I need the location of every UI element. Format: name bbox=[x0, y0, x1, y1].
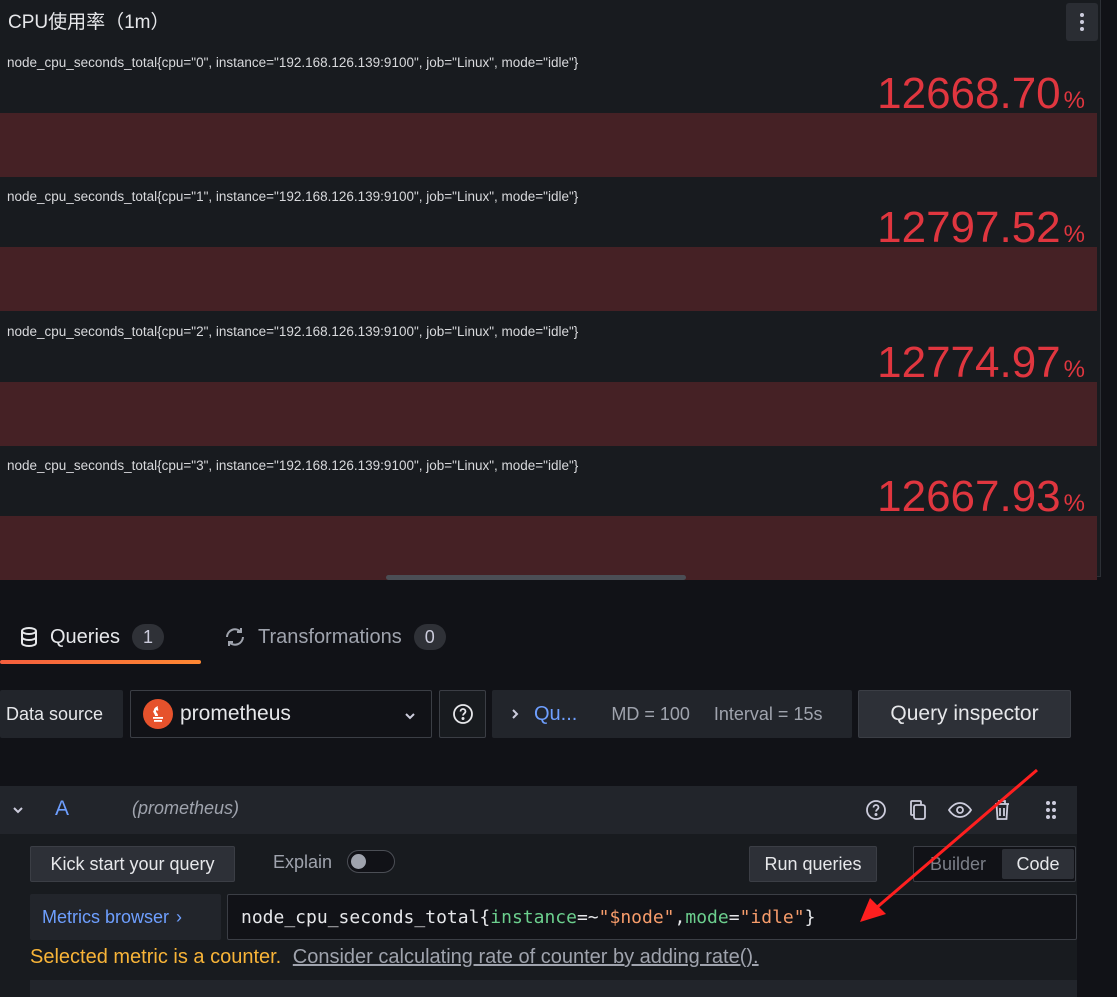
toggle-knob bbox=[351, 854, 366, 869]
help-icon bbox=[452, 704, 473, 724]
series-bar bbox=[0, 247, 1097, 311]
series-label: node_cpu_seconds_total{cpu="2", instance… bbox=[7, 324, 579, 339]
expr-value-idle: "idle" bbox=[739, 906, 805, 928]
series-unit: % bbox=[1063, 221, 1085, 248]
series-value: 12667.93% bbox=[877, 472, 1085, 521]
drag-handle-icon[interactable] bbox=[1039, 798, 1063, 822]
query-footer-options[interactable] bbox=[30, 980, 1077, 997]
chevron-down-icon bbox=[403, 705, 417, 729]
tab-label: Transformations bbox=[258, 625, 402, 648]
series-label: node_cpu_seconds_total{cpu="3", instance… bbox=[7, 458, 579, 473]
expr-brace-close: } bbox=[804, 906, 816, 928]
query-options-toggle[interactable]: Qu... MD = 100 Interval = 15s bbox=[492, 690, 852, 738]
add-rate-link[interactable]: Consider calculating rate of counter by … bbox=[293, 946, 759, 968]
query-ref-id[interactable]: A bbox=[55, 797, 69, 821]
query-row-header: A (prometheus) bbox=[0, 786, 1077, 834]
eye-icon[interactable] bbox=[948, 798, 972, 822]
panel-title: CPU使用率（1m） bbox=[8, 12, 170, 33]
promql-editor[interactable]: node_cpu_seconds_total{instance =~ "$node"… bbox=[227, 894, 1077, 940]
expr-metric: node_cpu_seconds_total bbox=[241, 906, 480, 928]
series-value: 12797.52% bbox=[877, 203, 1085, 252]
expr-operator: = bbox=[728, 906, 740, 928]
tab-transformations[interactable]: Transformations 0 bbox=[224, 612, 446, 662]
tab-count-badge: 1 bbox=[132, 624, 165, 650]
tab-queries[interactable]: Queries 1 bbox=[0, 612, 201, 664]
counter-hint: Selected metric is a counter. Consider c… bbox=[30, 946, 759, 969]
chevron-right-icon bbox=[510, 707, 520, 721]
collapse-chevron-icon[interactable] bbox=[10, 802, 26, 823]
series-bar bbox=[0, 382, 1097, 446]
stat-series: node_cpu_seconds_total{cpu="0", instance… bbox=[0, 49, 1097, 183]
expr-operator: =~ bbox=[576, 906, 599, 928]
max-data-points: MD = 100 bbox=[611, 703, 690, 724]
expr-label-mode: mode bbox=[685, 906, 729, 928]
explain-toggle[interactable] bbox=[347, 850, 395, 873]
expr-label-instance: instance bbox=[490, 906, 577, 928]
series-value: 12774.97% bbox=[877, 338, 1085, 387]
kick-start-query-button[interactable]: Kick start your query bbox=[30, 846, 235, 882]
panel-resize-handle[interactable] bbox=[386, 575, 686, 580]
expr-brace-open: { bbox=[479, 906, 491, 928]
stat-series: node_cpu_seconds_total{cpu="3", instance… bbox=[0, 452, 1097, 586]
duplicate-query-icon[interactable] bbox=[906, 798, 930, 822]
series-label: node_cpu_seconds_total{cpu="1", instance… bbox=[7, 189, 579, 204]
datasource-selected: prometheus bbox=[180, 702, 291, 725]
series-value: 12668.70% bbox=[877, 69, 1085, 118]
chevron-right-icon: › bbox=[176, 906, 183, 927]
query-datasource-hint: (prometheus) bbox=[132, 798, 240, 818]
tab-label: Queries bbox=[50, 625, 121, 648]
datasource-label: Data source bbox=[0, 690, 123, 738]
metrics-browser-label: Metrics browser bbox=[42, 906, 170, 927]
metrics-browser-button[interactable]: Metrics browser › bbox=[30, 894, 221, 940]
tab-count-badge: 0 bbox=[413, 624, 446, 650]
explain-label: Explain bbox=[273, 852, 333, 872]
run-queries-button[interactable]: Run queries bbox=[749, 846, 877, 882]
transform-icon bbox=[224, 626, 246, 648]
editor-tabs: Queries 1 Transformations 0 bbox=[0, 612, 1117, 664]
database-icon bbox=[20, 627, 38, 647]
mode-code-option[interactable]: Code bbox=[1002, 849, 1074, 879]
series-bar bbox=[0, 516, 1097, 580]
datasource-row: Data source prometheus Qu... MD = 100 In… bbox=[0, 690, 1117, 738]
query-inspector-button[interactable]: Query inspector bbox=[858, 690, 1071, 738]
series-unit: % bbox=[1063, 490, 1085, 517]
kebab-menu-icon bbox=[1080, 13, 1084, 31]
mode-builder-option[interactable]: Builder bbox=[914, 847, 1002, 881]
query-options-label: Qu... bbox=[534, 702, 578, 725]
datasource-help-button[interactable] bbox=[439, 690, 486, 738]
stat-series: node_cpu_seconds_total{cpu="2", instance… bbox=[0, 318, 1097, 452]
prometheus-logo-icon bbox=[143, 699, 173, 729]
editor-mode-switch: Builder Code bbox=[913, 846, 1076, 882]
series-unit: % bbox=[1063, 356, 1085, 383]
datasource-picker[interactable]: prometheus bbox=[130, 690, 432, 738]
series-unit: % bbox=[1063, 87, 1085, 114]
trash-icon[interactable] bbox=[990, 798, 1014, 822]
series-bar bbox=[0, 113, 1097, 177]
query-interval: Interval = 15s bbox=[713, 703, 823, 724]
expr-value-node: "$node" bbox=[598, 906, 675, 928]
counter-warning-text: Selected metric is a counter. bbox=[30, 946, 282, 968]
expr-separator: , bbox=[674, 906, 686, 928]
panel-menu-button[interactable] bbox=[1066, 3, 1098, 41]
query-help-icon[interactable] bbox=[864, 798, 888, 822]
series-label: node_cpu_seconds_total{cpu="0", instance… bbox=[7, 55, 579, 70]
stat-series: node_cpu_seconds_total{cpu="1", instance… bbox=[0, 183, 1097, 317]
stat-panel: CPU使用率（1m） node_cpu_seconds_total{cpu="0… bbox=[0, 0, 1101, 580]
